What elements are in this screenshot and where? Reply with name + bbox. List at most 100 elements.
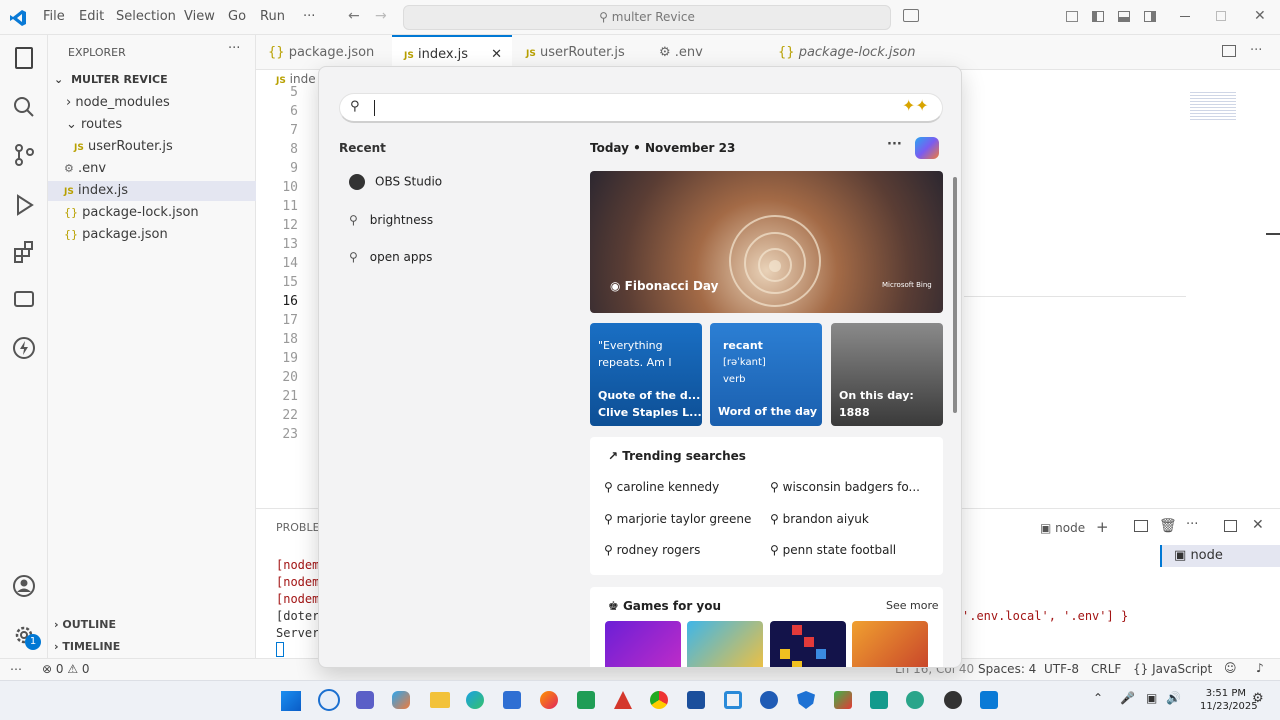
search-icon[interactable]	[12, 95, 36, 119]
terminal-list-item-node[interactable]: ▣ node	[1160, 545, 1280, 567]
trending-item[interactable]: ⚲ penn state football	[770, 538, 924, 562]
excel-icon[interactable]	[577, 691, 595, 709]
game-tile[interactable]	[687, 621, 763, 667]
menu-go[interactable]: Go	[228, 9, 246, 24]
toggle-secondary-sidebar-icon[interactable]	[1144, 11, 1156, 22]
see-more-link[interactable]: See more	[886, 599, 939, 612]
copilot-logo-icon[interactable]	[915, 137, 939, 159]
panel-more-icon[interactable]: ···	[1186, 517, 1198, 532]
tab-env[interactable]: ⚙ .env	[659, 35, 703, 70]
recent-item-open-apps[interactable]: ⚲ open apps	[349, 250, 432, 264]
flyout-scrollbar[interactable]	[953, 177, 957, 413]
sparkle-icon[interactable]: ✦✦	[902, 96, 929, 115]
notification-icon[interactable]: ⚙	[1252, 691, 1264, 706]
account-icon[interactable]	[12, 574, 36, 598]
store-icon[interactable]	[503, 691, 521, 709]
tab-userrouter[interactable]: JS userRouter.js	[526, 35, 625, 70]
line-ending[interactable]: CRLF	[1091, 662, 1121, 676]
extensions-icon[interactable]	[12, 240, 36, 264]
start-windows-icon[interactable]	[281, 691, 301, 711]
trending-item[interactable]: ⚲ marjorie taylor greene	[604, 507, 758, 531]
firefox-icon[interactable]	[540, 691, 558, 709]
app-icon[interactable]	[760, 691, 778, 709]
terminal-output[interactable]: [nodem [nodem [nodem [doter Server	[276, 557, 319, 657]
network-icon[interactable]: ▣	[1146, 691, 1157, 705]
toggle-panel-icon[interactable]	[1118, 11, 1130, 22]
new-terminal-icon[interactable]: +	[1096, 518, 1109, 536]
microphone-icon[interactable]: 🎤	[1120, 691, 1135, 705]
menu-more[interactable]: ···	[303, 9, 315, 24]
tree-item-routes[interactable]: ⌄ routes	[66, 117, 122, 132]
teams-icon[interactable]	[356, 691, 374, 709]
menu-view[interactable]: View	[184, 9, 215, 24]
tree-item-package[interactable]: {} package.json	[64, 227, 168, 242]
copilot-icon[interactable]: ☺	[1224, 661, 1237, 675]
breadcrumb[interactable]: JS inde	[276, 72, 316, 86]
hero-card[interactable]: ◉ Fibonacci Day Microsoft Bing	[590, 171, 943, 313]
chevron-up-icon[interactable]: ⌃	[1093, 691, 1103, 705]
tab-package-lock[interactable]: {} package-lock.json	[778, 35, 915, 70]
vpn-icon[interactable]	[687, 691, 705, 709]
close-panel-icon[interactable]: ✕	[1252, 517, 1264, 533]
menu-file[interactable]: File	[43, 9, 65, 24]
quote-card[interactable]: "Everything repeats. Am I Quote of the d.…	[590, 323, 702, 426]
command-center-search[interactable]: ⚲ multer Revice	[403, 5, 891, 30]
close-icon[interactable]: ✕	[1254, 8, 1266, 24]
game-tile[interactable]	[770, 621, 846, 667]
copilot-taskbar-icon[interactable]	[392, 691, 410, 709]
minimize-icon[interactable]	[1180, 16, 1190, 17]
recent-item-obs[interactable]: OBS Studio	[349, 174, 442, 190]
language-mode[interactable]: {} JavaScript	[1133, 662, 1212, 676]
defender-icon[interactable]	[797, 691, 815, 709]
acrobat-icon[interactable]	[614, 691, 632, 709]
indentation[interactable]: Spaces: 4	[978, 662, 1036, 676]
tree-item-userrouter[interactable]: JS userRouter.js	[74, 139, 173, 154]
game-tile[interactable]	[605, 621, 681, 667]
tree-item-index[interactable]: JS index.js	[64, 183, 128, 198]
maximize-panel-icon[interactable]	[1224, 520, 1237, 532]
timeline-section[interactable]: › TIMELINE	[54, 640, 120, 653]
bell-icon[interactable]: ♪	[1256, 661, 1264, 675]
tree-item-node-modules[interactable]: › node_modules	[66, 95, 170, 110]
search-taskbar-icon[interactable]	[318, 689, 340, 711]
forward-arrow-icon[interactable]: →	[375, 8, 387, 24]
toggle-sidebar-icon[interactable]	[1092, 11, 1104, 22]
clock[interactable]: 3:51 PM 11/23/2025	[1200, 687, 1258, 713]
split-terminal-icon[interactable]	[1134, 520, 1148, 532]
edge-icon[interactable]	[466, 691, 484, 709]
outline-section[interactable]: › OUTLINE	[54, 618, 116, 631]
layout-icon[interactable]	[1066, 11, 1078, 22]
obs-taskbar-icon[interactable]	[944, 691, 962, 709]
run-debug-icon[interactable]	[12, 193, 36, 217]
trending-item[interactable]: ⚲ caroline kennedy	[604, 475, 758, 499]
remote-icon[interactable]: ⋯	[10, 662, 22, 676]
tree-item-package-lock[interactable]: {} package-lock.json	[64, 205, 199, 220]
word-card[interactable]: recant [rəˈkant] verb Word of the day	[710, 323, 822, 426]
app-icon[interactable]	[870, 691, 888, 709]
trash-icon[interactable]: 🗑	[1159, 518, 1177, 534]
app-icon[interactable]	[834, 691, 852, 709]
volume-icon[interactable]: 🔊	[1166, 691, 1181, 705]
split-editor-icon[interactable]	[1222, 45, 1236, 57]
more-options-icon[interactable]: ···	[887, 137, 902, 152]
source-control-icon[interactable]	[12, 143, 36, 167]
app-icon[interactable]	[906, 691, 924, 709]
editor-more-icon[interactable]: ···	[1250, 43, 1262, 58]
explorer-more-icon[interactable]: ···	[228, 41, 240, 56]
recent-item-brightness[interactable]: ⚲ brightness	[349, 213, 433, 227]
back-arrow-icon[interactable]: ←	[348, 8, 360, 24]
thunder-client-icon[interactable]	[12, 336, 36, 360]
windows-search-input[interactable]: ⚲ ✦✦	[339, 93, 943, 123]
minimap[interactable]	[1190, 92, 1236, 120]
menu-selection[interactable]: Selection	[116, 9, 176, 24]
copilot-chat-icon[interactable]	[903, 9, 919, 22]
tab-package-json[interactable]: {} package.json	[268, 35, 374, 70]
chrome-icon[interactable]	[650, 691, 668, 709]
folder-root[interactable]: ⌄ MULTER REVICE	[48, 73, 256, 86]
vscode-taskbar-icon[interactable]	[980, 691, 998, 709]
trending-item[interactable]: ⚲ rodney rogers	[604, 538, 758, 562]
problems-status[interactable]: ⊗ 0 ⚠ 0	[42, 662, 90, 676]
menu-edit[interactable]: Edit	[79, 9, 104, 24]
game-tile[interactable]	[852, 621, 928, 667]
explorer-icon[interactable]	[15, 47, 33, 69]
